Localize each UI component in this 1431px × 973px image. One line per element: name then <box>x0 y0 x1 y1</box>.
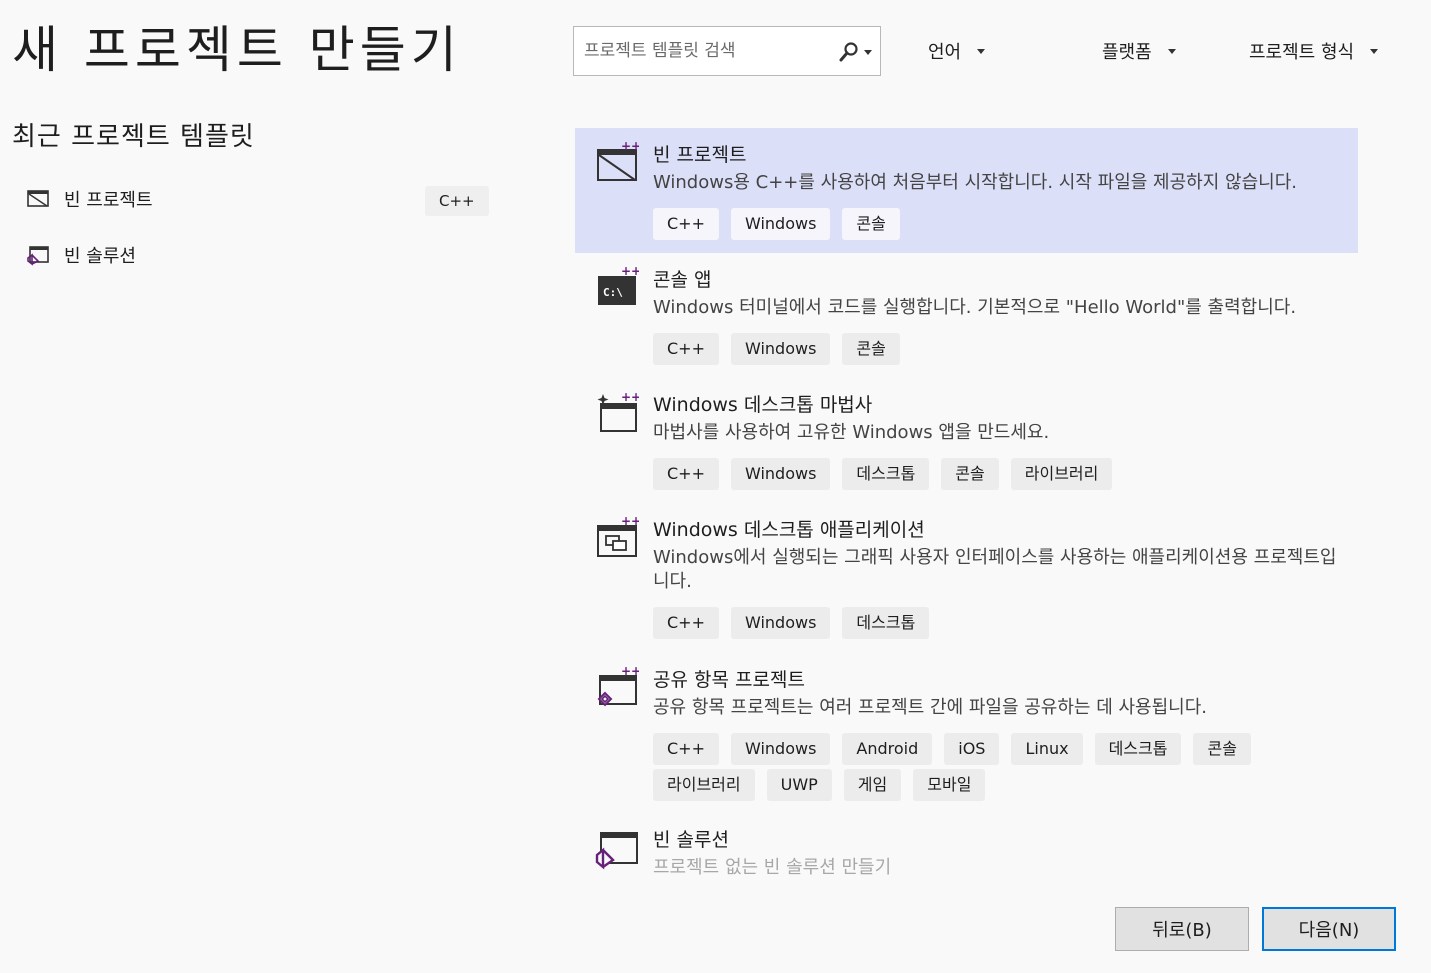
recent-templates-list: 빈 프로젝트 C++ 빈 솔루션 <box>26 180 489 292</box>
empty-project-icon <box>27 190 49 207</box>
console-app-icon: C:\ ++ <box>598 267 639 305</box>
template-title: 빈 솔루션 <box>653 829 729 851</box>
template-tags: C++ Windows 데스크톱 콘솔 라이브러리 <box>653 458 1353 494</box>
template-description: Windows 터미널에서 코드를 실행합니다. 기본적으로 "Hello Wo… <box>653 297 1297 318</box>
template-title: 공유 항목 프로젝트 <box>653 669 805 691</box>
tag: UWP <box>766 769 832 801</box>
language-filter-label: 언어 <box>928 42 962 63</box>
tag: Windows <box>730 607 831 639</box>
svg-text:C:\: C:\ <box>603 286 623 299</box>
tag: Windows <box>730 333 831 365</box>
template-description: 마법사를 사용하여 고유한 Windows 앱을 만드세요. <box>653 422 1050 443</box>
next-button[interactable]: 다음(N) <box>1262 907 1396 951</box>
template-description: Windows용 C++를 사용하여 처음부터 시작합니다. 시작 파일을 제공… <box>653 172 1297 193</box>
search-options-button[interactable] <box>838 41 874 63</box>
desktop-application-icon: ++ <box>597 517 639 557</box>
template-description: 프로젝트 없는 빈 솔루션 만들기 <box>653 857 892 878</box>
tag: Windows <box>730 458 831 490</box>
tag: C++ <box>653 458 719 490</box>
search-input[interactable] <box>582 40 826 62</box>
template-title: 빈 프로젝트 <box>653 144 747 166</box>
tag: C++ <box>653 208 719 240</box>
recent-item-blank-solution[interactable]: 빈 솔루션 <box>26 236 486 292</box>
template-description: 공유 항목 프로젝트는 여러 프로젝트 간에 파일을 공유하는 데 사용됩니다. <box>653 697 1208 718</box>
template-console-app[interactable]: C:\ ++ 콘솔 앱 Windows 터미널에서 코드를 실행합니다. 기본적… <box>575 253 1358 378</box>
blank-solution-icon <box>27 246 49 266</box>
tag: C++ <box>653 607 719 639</box>
language-filter-dropdown[interactable]: 언어 <box>928 38 986 64</box>
tag: 콘솔 <box>842 333 900 365</box>
tag: C++ <box>653 733 719 765</box>
platform-filter-dropdown[interactable]: 플랫폼 <box>1102 38 1176 64</box>
template-list: ++ 빈 프로젝트 Windows용 C++를 사용하여 처음부터 시작합니다.… <box>575 128 1358 880</box>
desktop-wizard-icon: ++ <box>597 392 639 432</box>
chevron-down-icon <box>1167 48 1176 54</box>
tag: 데스크톱 <box>842 458 930 490</box>
svg-text:++: ++ <box>621 517 639 528</box>
tag: Windows <box>730 733 831 765</box>
tag: 콘솔 <box>1193 733 1251 765</box>
blank-solution-icon <box>595 832 638 870</box>
tag: Windows <box>730 208 831 240</box>
project-type-filter-dropdown[interactable]: 프로젝트 형식 <box>1249 38 1379 64</box>
svg-text:++: ++ <box>621 142 639 153</box>
template-tags: C++ Windows 데스크톱 <box>653 607 1353 643</box>
tag: Android <box>842 733 933 765</box>
tag: 라이브러리 <box>1010 458 1113 490</box>
template-blank-solution[interactable]: 빈 솔루션 프로젝트 없는 빈 솔루션 만들기 <box>575 813 1358 880</box>
template-empty-project[interactable]: ++ 빈 프로젝트 Windows용 C++를 사용하여 처음부터 시작합니다.… <box>575 128 1358 253</box>
template-title: 콘솔 앱 <box>653 269 712 291</box>
template-description: Windows에서 실행되는 그래픽 사용자 인터페이스를 사용하는 애플리케이… <box>653 547 1337 592</box>
tag: 라이브러리 <box>653 769 755 801</box>
template-desktop-wizard[interactable]: ++ Windows 데스크톱 마법사 마법사를 사용하여 고유한 Window… <box>575 378 1358 503</box>
svg-text:++: ++ <box>621 392 639 404</box>
tag: iOS <box>944 733 1000 765</box>
tag: 콘솔 <box>842 208 900 240</box>
tag: 데스크톱 <box>1094 733 1182 765</box>
recent-item-label: 빈 프로젝트 <box>64 190 153 211</box>
chevron-down-icon <box>864 49 872 55</box>
template-tags: C++ Windows 콘솔 <box>653 208 1353 244</box>
tag: 모바일 <box>913 769 986 801</box>
shared-items-icon: ++ <box>597 667 639 707</box>
template-title: Windows 데스크톱 마법사 <box>653 394 873 416</box>
tag: 데스크톱 <box>842 607 930 639</box>
svg-text:++: ++ <box>621 667 639 678</box>
tag: 게임 <box>843 769 902 801</box>
template-search-box[interactable] <box>573 26 881 76</box>
recent-item-empty-project[interactable]: 빈 프로젝트 C++ <box>26 180 489 236</box>
back-button[interactable]: 뒤로(B) <box>1115 907 1249 951</box>
template-tags: C++ Windows 콘솔 <box>653 333 1353 369</box>
template-tags: C++ Windows Android iOS Linux 데스크톱 콘솔 라이… <box>653 733 1353 805</box>
chevron-down-icon <box>1370 48 1379 54</box>
chevron-down-icon <box>977 48 986 54</box>
platform-filter-label: 플랫폼 <box>1102 42 1152 63</box>
tag: C++ <box>653 333 719 365</box>
recent-item-label: 빈 솔루션 <box>64 246 136 267</box>
page-title: 새 프로젝트 만들기 <box>12 21 462 79</box>
template-desktop-application[interactable]: ++ Windows 데스크톱 애플리케이션 Windows에서 실행되는 그래… <box>575 503 1358 653</box>
recent-templates-heading: 최근 프로젝트 템플릿 <box>12 122 255 152</box>
template-title: Windows 데스크톱 애플리케이션 <box>653 519 925 541</box>
project-type-filter-label: 프로젝트 형식 <box>1249 42 1355 63</box>
tag: Linux <box>1011 733 1083 765</box>
svg-text:++: ++ <box>621 267 639 278</box>
tag: 콘솔 <box>941 458 999 490</box>
empty-project-icon: ++ <box>597 142 639 181</box>
template-shared-items-project[interactable]: ++ 공유 항목 프로젝트 공유 항목 프로젝트는 여러 프로젝트 간에 파일을… <box>575 653 1358 813</box>
recent-item-tag: C++ <box>425 186 489 216</box>
search-icon <box>839 42 858 62</box>
